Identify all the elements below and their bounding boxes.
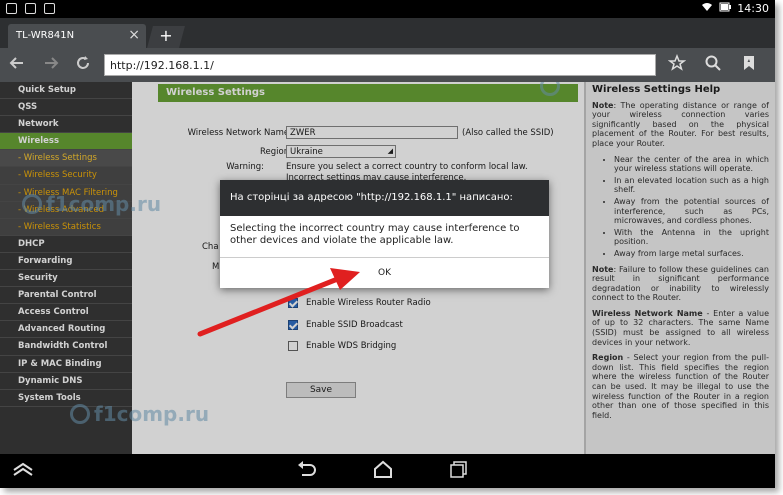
- forward-arrow-icon[interactable]: [40, 54, 62, 77]
- status-bar: 14:30: [0, 0, 775, 18]
- dialog-message: Selecting the incorrect country may caus…: [220, 216, 549, 258]
- new-tab-button[interactable]: +: [147, 26, 185, 48]
- chevron-up-icon[interactable]: [10, 460, 36, 483]
- red-arrow-annotation: [197, 268, 360, 337]
- tablet-screen: 14:30 TL-WR841N × + http://192.168.1.1/: [0, 0, 775, 488]
- search-icon[interactable]: [702, 54, 724, 77]
- recent-apps-icon[interactable]: [446, 460, 472, 483]
- web-page: Quick Setup QSS Network Wireless - Wirel…: [0, 82, 775, 454]
- plus-icon: +: [159, 26, 173, 45]
- home-icon[interactable]: [370, 460, 396, 483]
- back-arrow-icon[interactable]: [6, 54, 28, 77]
- notification-image-icon: [6, 3, 17, 14]
- notification-app-icon: [44, 3, 55, 14]
- back-icon[interactable]: [294, 460, 320, 483]
- dialog-header: На сторінці за адресою "http://192.168.1…: [220, 180, 549, 216]
- notification-gallery-icon: [25, 3, 36, 14]
- star-icon[interactable]: [666, 53, 688, 77]
- browser-tab[interactable]: TL-WR841N ×: [8, 24, 146, 48]
- tab-close-icon[interactable]: ×: [128, 27, 140, 43]
- url-field[interactable]: http://192.168.1.1/: [104, 54, 656, 76]
- address-bar: http://192.168.1.1/: [0, 48, 775, 82]
- browser-tab-bar: TL-WR841N × +: [0, 18, 775, 48]
- bookmark-icon[interactable]: [738, 54, 760, 77]
- battery-icon: [719, 2, 732, 15]
- wifi-icon: [701, 2, 713, 15]
- tab-title: TL-WR841N: [16, 30, 75, 41]
- reload-icon[interactable]: [72, 54, 94, 77]
- android-nav-bar: [0, 454, 775, 488]
- clock: 14:30: [737, 2, 769, 15]
